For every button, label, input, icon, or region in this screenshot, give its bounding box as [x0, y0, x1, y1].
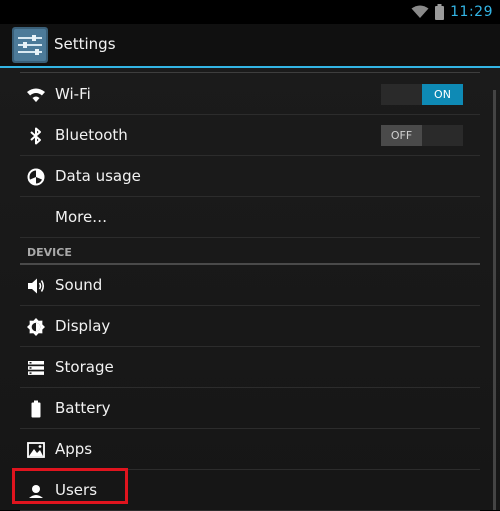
wifi-signal-icon	[411, 5, 429, 18]
settings-item-label: Apps	[55, 440, 93, 458]
wifi-icon	[27, 88, 45, 102]
settings-item-data-usage[interactable]: Data usage	[20, 156, 480, 197]
settings-item-label: Wi-Fi	[55, 85, 91, 103]
settings-item-label: Storage	[55, 358, 114, 376]
bluetooth-icon	[30, 127, 41, 145]
data-usage-icon	[27, 168, 45, 186]
display-icon	[27, 318, 45, 336]
apps-icon	[27, 442, 45, 458]
settings-item-label: Data usage	[55, 167, 141, 185]
highlight-box	[12, 468, 128, 504]
settings-item-label: Battery	[55, 399, 111, 417]
status-time: 11:29	[450, 4, 493, 20]
settings-item-sound[interactable]: Sound	[20, 265, 480, 306]
settings-item-label: Display	[55, 317, 111, 335]
settings-item-label: More…	[55, 208, 108, 226]
settings-item-apps[interactable]: Apps	[20, 429, 480, 470]
bluetooth-toggle[interactable]: OFF	[381, 125, 463, 146]
status-icons: 11:29	[411, 2, 493, 22]
top-divider	[20, 72, 480, 73]
status-bar: 11:29	[0, 0, 500, 24]
page-title: Settings	[54, 35, 116, 53]
settings-item-bluetooth[interactable]: Bluetooth OFF	[20, 115, 480, 156]
battery-icon	[435, 4, 445, 20]
section-header-device: DEVICE	[20, 241, 480, 265]
settings-item-display[interactable]: Display	[20, 306, 480, 347]
scrollbar[interactable]	[493, 90, 496, 510]
settings-item-label: Bluetooth	[55, 126, 128, 144]
wifi-toggle[interactable]: ON	[381, 84, 463, 105]
storage-icon	[28, 361, 44, 375]
settings-item-more[interactable]: More…	[20, 197, 480, 238]
battery-icon	[31, 400, 41, 418]
action-bar: Settings	[0, 24, 500, 68]
sound-icon	[28, 278, 45, 294]
settings-item-battery[interactable]: Battery	[20, 388, 480, 429]
settings-item-wifi[interactable]: Wi-Fi ON	[20, 74, 480, 115]
settings-icon[interactable]	[12, 27, 48, 63]
settings-item-label: Sound	[55, 276, 103, 294]
section-header-label: DEVICE	[27, 246, 72, 259]
bluetooth-toggle-state: OFF	[381, 125, 422, 146]
settings-item-storage[interactable]: Storage	[20, 347, 480, 388]
wifi-toggle-state: ON	[422, 84, 463, 105]
settings-list: Wi-Fi ON Bluetooth OFF Data usage More… …	[0, 68, 500, 511]
